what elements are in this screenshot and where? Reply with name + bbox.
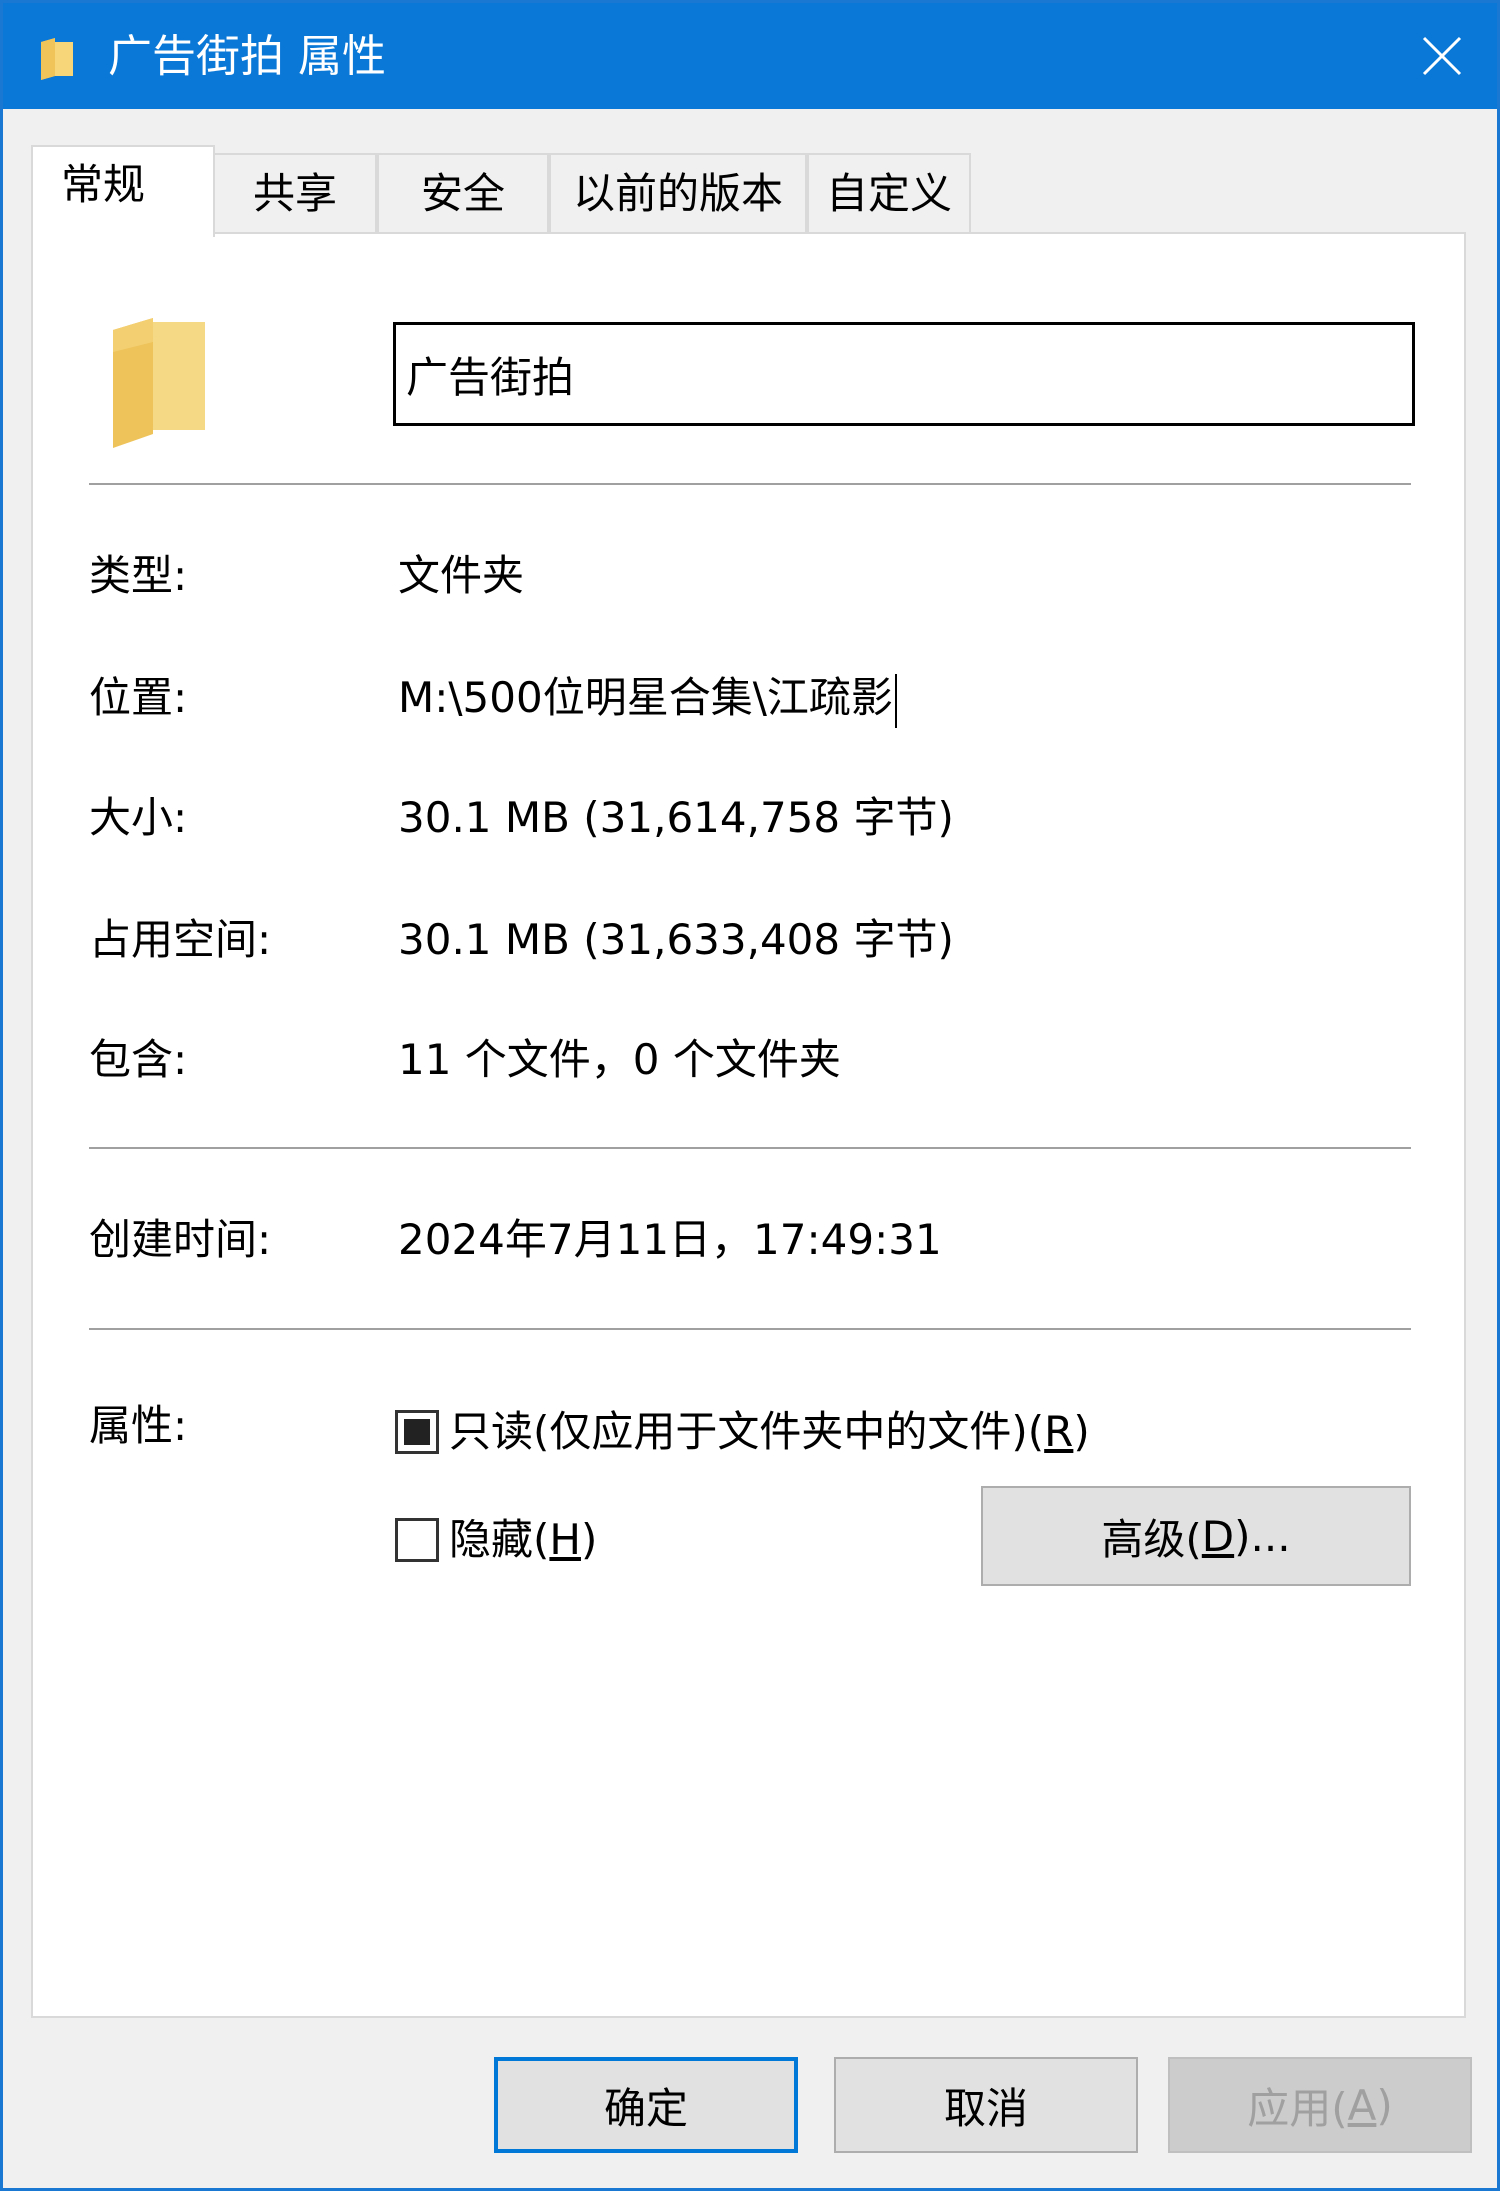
- title-bar[interactable]: 广告街拍 属性: [3, 3, 1497, 109]
- window-title: 广告街拍 属性: [108, 31, 386, 82]
- apply-button[interactable]: 应用(A): [1168, 2057, 1472, 2153]
- readonly-checkbox-row[interactable]: 只读(仅应用于文件夹中的文件)(R): [395, 1404, 1090, 1460]
- type-label: 类型:: [89, 551, 188, 600]
- type-value: 文件夹: [398, 551, 525, 600]
- close-button[interactable]: [1387, 3, 1497, 109]
- separator: [89, 1147, 1411, 1149]
- cancel-button[interactable]: 取消: [834, 2057, 1138, 2153]
- close-icon: [1422, 36, 1462, 76]
- contains-value: 11 个文件，0 个文件夹: [398, 1035, 841, 1084]
- tab-security[interactable]: 安全: [377, 153, 549, 235]
- separator: [89, 1328, 1411, 1330]
- tab-sharing[interactable]: 共享: [213, 153, 377, 235]
- readonly-checkbox[interactable]: [395, 1410, 439, 1454]
- readonly-label: 只读(仅应用于文件夹中的文件)(R): [449, 1407, 1090, 1456]
- hidden-label: 隐藏(H): [449, 1515, 598, 1564]
- disk-size-value: 30.1 MB (31,633,408 字节): [398, 915, 954, 964]
- ok-button[interactable]: 确定: [494, 2057, 798, 2153]
- contains-label: 包含:: [89, 1035, 188, 1084]
- location-value-row[interactable]: M:\500位明星合集\江疏影: [398, 670, 897, 728]
- size-label: 大小:: [89, 793, 188, 842]
- tab-customize[interactable]: 自定义: [807, 153, 971, 235]
- tab-general[interactable]: 常规: [31, 145, 215, 237]
- tab-strip: 常规 共享 安全 以前的版本 自定义: [31, 145, 1471, 237]
- tab-previous-versions[interactable]: 以前的版本: [549, 153, 807, 235]
- attributes-label: 属性:: [89, 1401, 188, 1450]
- size-value: 30.1 MB (31,614,758 字节): [398, 793, 954, 842]
- properties-dialog: 广告街拍 属性 常规 共享 安全 以前的版本 自定义 类型: 文件夹 位置: M…: [0, 0, 1500, 2191]
- created-value: 2024年7月11日，17:49:31: [398, 1215, 942, 1264]
- disk-size-label: 占用空间:: [89, 915, 272, 964]
- indeterminate-mark: [404, 1419, 430, 1445]
- location-value[interactable]: M:\500位明星合集\江疏影: [398, 673, 893, 722]
- folder-icon: [113, 318, 205, 448]
- hidden-checkbox[interactable]: [395, 1518, 439, 1562]
- hidden-checkbox-row[interactable]: 隐藏(H): [395, 1512, 597, 1568]
- advanced-button[interactable]: 高级(D)...: [981, 1486, 1411, 1586]
- general-panel: 类型: 文件夹 位置: M:\500位明星合集\江疏影 大小: 30.1 MB …: [31, 232, 1466, 2018]
- folder-icon: [41, 38, 73, 80]
- folder-name-input[interactable]: [393, 322, 1415, 426]
- location-label: 位置:: [89, 673, 188, 722]
- created-label: 创建时间:: [89, 1215, 272, 1264]
- separator: [89, 483, 1411, 485]
- text-caret: [894, 673, 897, 728]
